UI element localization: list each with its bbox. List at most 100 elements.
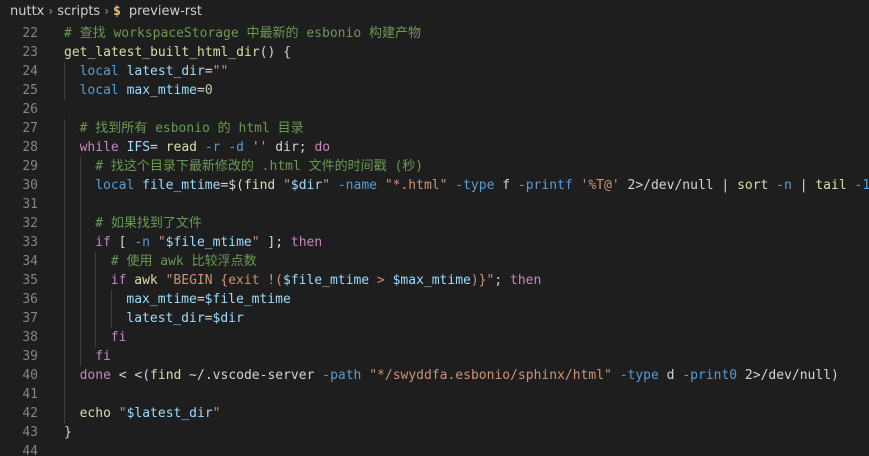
code-line[interactable]: 29 # 找这个目录下最新修改的 .html 文件的时间戳 (秒) bbox=[0, 157, 869, 176]
code-token: sort bbox=[737, 178, 769, 193]
code-content[interactable]: local latest_dir="" bbox=[38, 62, 869, 81]
code-line[interactable]: 23 get_latest_built_html_dir() { bbox=[0, 43, 869, 62]
code-token: -n bbox=[776, 178, 792, 193]
indent-guide bbox=[79, 309, 81, 328]
code-token: $file_mtime bbox=[165, 235, 252, 250]
code-token: dir; bbox=[267, 140, 315, 155]
code-content[interactable]: get_latest_built_html_dir() { bbox=[38, 43, 869, 62]
code-token: # 使用 awk 比较浮点数 bbox=[110, 254, 257, 269]
code-line[interactable]: 41 bbox=[0, 385, 869, 404]
code-content[interactable]: local file_mtime=$(find "$dir" -name "*.… bbox=[38, 176, 869, 195]
code-line[interactable]: 38 fi bbox=[0, 328, 869, 347]
chevron-right-icon: › bbox=[48, 4, 54, 18]
code-content[interactable] bbox=[38, 100, 869, 119]
code-line[interactable]: 33 if [ -n "$file_mtime" ]; then bbox=[0, 233, 869, 252]
code-token: $file_mtime bbox=[283, 273, 370, 288]
code-token: latest_dir bbox=[126, 64, 205, 79]
code-token: " bbox=[118, 406, 127, 421]
code-token: find bbox=[243, 178, 276, 193]
code-line[interactable]: 36 max_mtime=$file_mtime bbox=[0, 290, 869, 309]
code-token: -type bbox=[455, 178, 495, 193]
indent-guide bbox=[79, 157, 81, 176]
code-token: # 如果找到了文件 bbox=[95, 216, 202, 231]
line-number: 43 bbox=[22, 425, 38, 440]
code-token: "*/swyddfa.esbonio/sphinx/html" bbox=[369, 368, 612, 383]
code-content[interactable] bbox=[38, 442, 869, 456]
code-line[interactable]: 42 echo "$latest_dir" bbox=[0, 404, 869, 423]
code-line[interactable]: 32 # 如果找到了文件 bbox=[0, 214, 869, 233]
code-token: " bbox=[283, 178, 291, 193]
code-token: local bbox=[95, 178, 135, 193]
breadcrumb-item-scripts[interactable]: scripts bbox=[57, 4, 100, 19]
line-number: 33 bbox=[22, 235, 38, 250]
indent-guide bbox=[64, 81, 65, 100]
code-content[interactable]: fi bbox=[38, 328, 869, 347]
code-content[interactable] bbox=[38, 385, 869, 404]
code-line[interactable]: 43} bbox=[0, 423, 869, 442]
indent-guide bbox=[79, 271, 81, 290]
code-line[interactable]: 44 bbox=[0, 442, 869, 456]
code-token: -print0 bbox=[682, 368, 738, 383]
code-line[interactable]: 40 done < <(find ~/.vscode-server -path "… bbox=[0, 366, 869, 385]
breadcrumb-item-file[interactable]: preview-rst bbox=[129, 4, 202, 19]
indent-guide bbox=[79, 290, 81, 309]
code-token: # 找到所有 esbonio 的 html 目录 bbox=[79, 121, 304, 136]
code-content[interactable]: if awk "BEGIN {exit !($file_mtime > $max… bbox=[38, 271, 869, 290]
code-line[interactable]: 26 bbox=[0, 100, 869, 119]
indent-guide bbox=[64, 271, 65, 290]
code-content[interactable]: max_mtime=$file_mtime bbox=[38, 290, 869, 309]
code-content[interactable]: while IFS= read -r -d '' dir; do bbox=[38, 138, 869, 157]
code-line[interactable]: 27 # 找到所有 esbonio 的 html 目录 bbox=[0, 119, 869, 138]
code-content[interactable]: # 找到所有 esbonio 的 html 目录 bbox=[38, 119, 869, 138]
code-content[interactable]: # 使用 awk 比较浮点数 bbox=[38, 252, 869, 271]
code-token: $dir bbox=[212, 311, 244, 326]
code-content[interactable]: # 找这个目录下最新修改的 .html 文件的时间戳 (秒) bbox=[38, 157, 869, 176]
code-content[interactable]: done < <(find ~/.vscode-server -path "*/… bbox=[38, 366, 869, 385]
code-token: -1 bbox=[854, 178, 869, 193]
code-token: -n bbox=[134, 235, 150, 250]
code-line[interactable]: 25 local max_mtime=0 bbox=[0, 81, 869, 100]
breadcrumb-item-nuttx[interactable]: nuttx bbox=[10, 4, 44, 19]
code-line[interactable]: 30 local file_mtime=$(find "$dir" -name "… bbox=[0, 176, 869, 195]
code-line[interactable]: 28 while IFS= read -r -d '' dir; do bbox=[0, 138, 869, 157]
indent-guide bbox=[95, 309, 97, 328]
line-number: 23 bbox=[22, 45, 38, 60]
code-content[interactable] bbox=[38, 195, 869, 214]
line-number: 34 bbox=[22, 254, 38, 269]
indent-guide bbox=[79, 328, 81, 347]
code-line[interactable]: 39 fi bbox=[0, 347, 869, 366]
code-content[interactable]: # 查找 workspaceStorage 中最新的 esbonio 构建产物 bbox=[38, 24, 869, 43]
code-line[interactable]: 37 latest_dir=$dir bbox=[0, 309, 869, 328]
code-token: -printf bbox=[517, 178, 573, 193]
code-content[interactable]: fi bbox=[38, 347, 869, 366]
indent-guide bbox=[64, 366, 65, 385]
code-content[interactable]: latest_dir=$dir bbox=[38, 309, 869, 328]
code-token: $max_mtime bbox=[392, 273, 471, 288]
code-content[interactable]: } bbox=[38, 423, 869, 442]
line-number: 27 bbox=[22, 121, 38, 136]
code-token: "*.html" bbox=[384, 178, 448, 193]
indent-guide bbox=[64, 62, 65, 81]
code-line[interactable]: 31 bbox=[0, 195, 869, 214]
code-content[interactable]: local max_mtime=0 bbox=[38, 81, 869, 100]
indent-guide bbox=[64, 176, 65, 195]
code-content[interactable]: echo "$latest_dir" bbox=[38, 404, 869, 423]
indent-guide bbox=[110, 290, 112, 309]
code-line[interactable]: 24 local latest_dir="" bbox=[0, 62, 869, 81]
code-token: () { bbox=[259, 45, 291, 60]
code-content[interactable]: if [ -n "$file_mtime" ]; then bbox=[38, 233, 869, 252]
code-editor[interactable]: 22 # 查找 workspaceStorage 中最新的 esbonio 构建产… bbox=[0, 22, 869, 456]
code-line[interactable]: 35 if awk "BEGIN {exit !($file_mtime > $m… bbox=[0, 271, 869, 290]
code-token: # 找这个目录下最新修改的 .html 文件的时间戳 (秒) bbox=[95, 159, 424, 174]
code-token: "BEGIN {exit !( bbox=[165, 273, 283, 288]
code-content[interactable]: # 如果找到了文件 bbox=[38, 214, 869, 233]
code-line[interactable]: 34 # 使用 awk 比较浮点数 bbox=[0, 252, 869, 271]
code-line[interactable]: 22 # 查找 workspaceStorage 中最新的 esbonio 构建产… bbox=[0, 24, 869, 43]
indent-guide bbox=[64, 252, 65, 271]
line-number: 38 bbox=[22, 330, 38, 345]
indent-guide bbox=[95, 271, 97, 290]
indent-guide bbox=[79, 252, 81, 271]
